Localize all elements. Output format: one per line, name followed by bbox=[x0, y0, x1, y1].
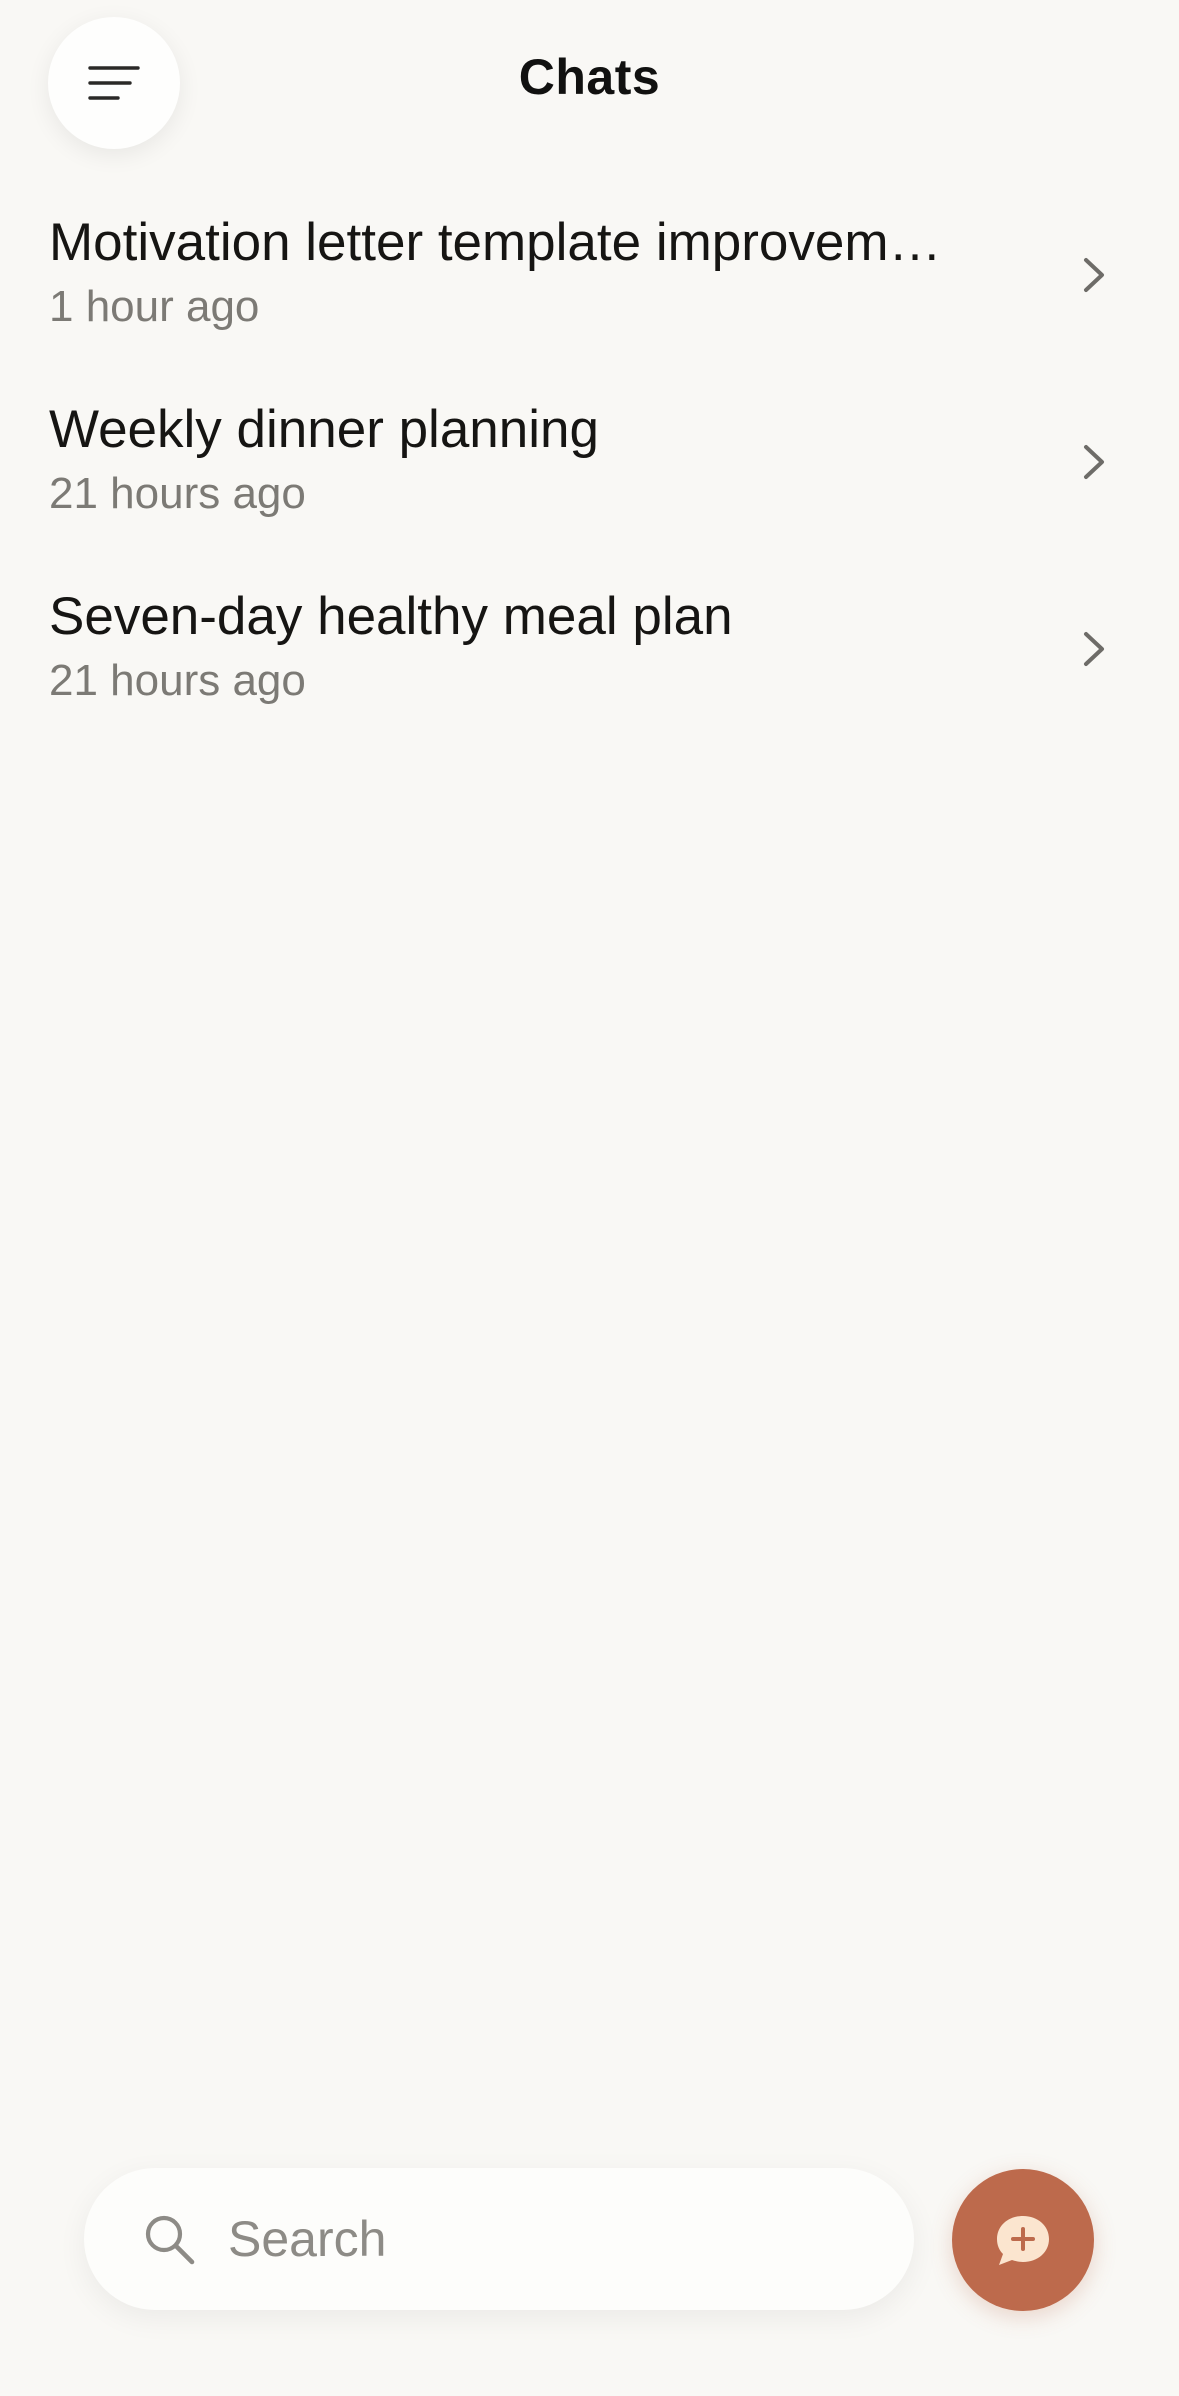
search-icon bbox=[145, 2215, 195, 2265]
chat-list-item[interactable]: Weekly dinner planning 21 hours ago bbox=[0, 387, 1179, 574]
page-title: Chats bbox=[518, 49, 661, 105]
chevron-right-icon bbox=[1084, 258, 1104, 292]
search-input[interactable] bbox=[226, 2209, 870, 2269]
chat-title: Motivation letter template improvem… bbox=[49, 213, 942, 272]
chat-list-item[interactable]: Motivation letter template improvem… 1 h… bbox=[0, 200, 1179, 387]
chat-timestamp: 21 hours ago bbox=[49, 656, 306, 705]
new-chat-icon bbox=[997, 2216, 1049, 2265]
chevron-right-icon bbox=[1084, 632, 1104, 666]
chat-list: Motivation letter template improvem… 1 h… bbox=[0, 200, 1179, 761]
search-bar[interactable] bbox=[84, 2168, 914, 2310]
chat-title: Seven-day healthy meal plan bbox=[49, 587, 733, 646]
new-chat-button[interactable] bbox=[952, 2169, 1094, 2311]
chats-screen: Chats Motivation letter template improve… bbox=[0, 0, 1179, 2396]
chat-timestamp: 21 hours ago bbox=[49, 469, 306, 518]
chevron-right-icon bbox=[1084, 445, 1104, 479]
chat-list-item[interactable]: Seven-day healthy meal plan 21 hours ago bbox=[0, 574, 1179, 761]
chat-title: Weekly dinner planning bbox=[49, 400, 599, 459]
chat-timestamp: 1 hour ago bbox=[49, 282, 260, 331]
